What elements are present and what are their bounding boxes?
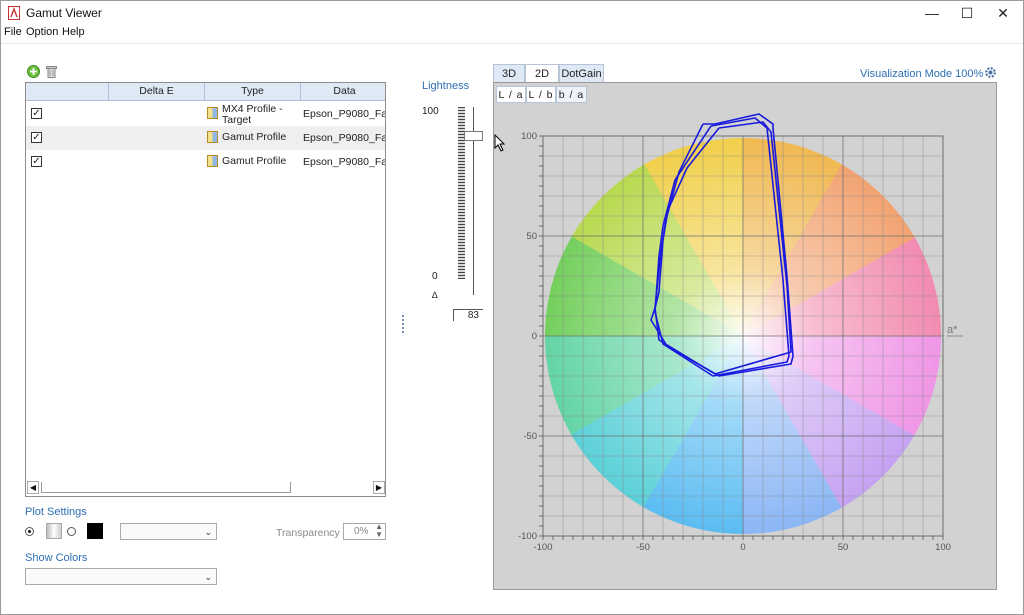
horizontal-scrollbar[interactable]: ◀ ▶ [27, 481, 385, 495]
type-cell: Gamut Profile [222, 131, 287, 143]
tab-2d[interactable]: 2D [525, 64, 559, 83]
scroll-right-icon[interactable]: ▶ [373, 481, 385, 494]
mouse-cursor-icon [494, 134, 506, 152]
minimize-button[interactable]: — [914, 1, 950, 25]
minimize-icon: — [925, 5, 939, 21]
gamut-viewer-window: Gamut Viewer — ☐ ✕ File Option Help Delt… [0, 0, 1024, 615]
menu-help[interactable]: Help [62, 26, 85, 38]
column-header-delta-e[interactable]: Delta E [108, 83, 204, 101]
column-header-data[interactable]: Data [300, 83, 385, 101]
y-tick-label: -100 [518, 531, 537, 542]
table-row[interactable]: ✓ Gamut Profile Epson_P9080_Fan [26, 126, 386, 150]
tab-3d[interactable]: 3D [493, 64, 525, 83]
gamut-chart[interactable]: -100 -50 0 50 100 100 50 0 -50 -100 a* [493, 82, 997, 590]
add-icon[interactable] [27, 65, 40, 78]
lightness-max-label: 100 [422, 106, 439, 117]
x-tick-label: -100 [533, 542, 552, 553]
chevron-down-icon: ⌄ [204, 572, 212, 582]
chevron-down-icon: ⌄ [204, 527, 212, 537]
gear-icon[interactable] [984, 66, 997, 79]
data-cell: Epson_P9080_Fan [303, 156, 386, 168]
row-checkbox[interactable]: ✓ [31, 108, 42, 119]
lightness-slider-thumb[interactable] [464, 131, 483, 141]
column-header-select[interactable] [26, 83, 108, 101]
show-colors-label: Show Colors [25, 552, 88, 564]
profile-file-icon [207, 131, 218, 143]
visualization-mode-label: Visualization Mode 100% [860, 68, 984, 80]
lightness-value[interactable]: 83 [453, 309, 483, 321]
type-cell: MX4 Profile - Target [222, 103, 283, 126]
profile-file-icon [207, 107, 218, 119]
scroll-left-icon[interactable]: ◀ [27, 481, 39, 494]
profile-file-icon [207, 155, 218, 167]
solid-color-radio[interactable] [67, 527, 76, 536]
data-cell: Epson_P9080_Fan [303, 132, 386, 144]
x-tick-label: 50 [838, 542, 849, 553]
profile-table: Delta E Type Data ✓ MX4 Profile - Target… [25, 82, 386, 497]
spinner-arrows-icon[interactable]: ▲ ▼ [375, 523, 383, 539]
app-icon [8, 6, 20, 20]
y-tick-label: 50 [526, 231, 537, 242]
lightness-label: Lightness [422, 80, 470, 92]
x-tick-label: 0 [740, 542, 745, 553]
gradient-radio[interactable] [25, 527, 34, 536]
delta-marker-icon: ∆ [432, 290, 438, 300]
menu-file[interactable]: File [4, 26, 22, 38]
data-cell: Epson_P9080_Fan [303, 108, 386, 120]
gradient-swatch [46, 523, 62, 539]
plot-settings-label: Plot Settings [25, 506, 87, 518]
show-colors-dropdown[interactable]: ⌄ [25, 568, 217, 585]
row-checkbox[interactable]: ✓ [31, 156, 42, 167]
title-bar: Gamut Viewer — ☐ ✕ [1, 1, 1023, 25]
x-tick-label: -50 [636, 542, 650, 553]
maximize-icon: ☐ [960, 4, 974, 21]
black-swatch[interactable] [87, 523, 103, 539]
trash-icon[interactable] [45, 65, 58, 78]
y-tick-label: 0 [532, 331, 537, 342]
x-tick-label: 100 [935, 542, 951, 553]
window-title: Gamut Viewer [26, 6, 102, 20]
close-icon: ✕ [997, 4, 1009, 21]
close-button[interactable]: ✕ [985, 1, 1021, 25]
menu-divider [1, 43, 1023, 44]
tab-dotgain[interactable]: DotGain [559, 64, 604, 83]
maximize-button[interactable]: ☐ [949, 1, 985, 25]
transparency-label: Transparency [276, 527, 340, 539]
y-tick-label: 100 [521, 131, 537, 142]
x-axis-label: a* [947, 324, 958, 336]
table-row[interactable]: ✓ MX4 Profile - Target Epson_P9080_Fan [26, 102, 386, 126]
lightness-min-label: 0 [432, 271, 438, 282]
menu-bar: File Option Help [1, 25, 1023, 41]
column-header-type[interactable]: Type [204, 83, 300, 101]
scrollbar-thumb[interactable] [41, 482, 291, 493]
table-row[interactable]: ✓ Gamut Profile Epson_P9080_Fan [26, 150, 386, 174]
table-header: Delta E Type Data [26, 83, 385, 101]
y-tick-label: -50 [523, 431, 537, 442]
row-checkbox[interactable]: ✓ [31, 132, 42, 143]
transparency-spinner[interactable]: 0% ▲ ▼ [343, 523, 386, 540]
type-cell: Gamut Profile [222, 155, 287, 167]
panel-splitter[interactable] [402, 315, 404, 335]
plot-style-dropdown[interactable]: ⌄ [120, 523, 217, 540]
menu-option[interactable]: Option [26, 26, 58, 38]
